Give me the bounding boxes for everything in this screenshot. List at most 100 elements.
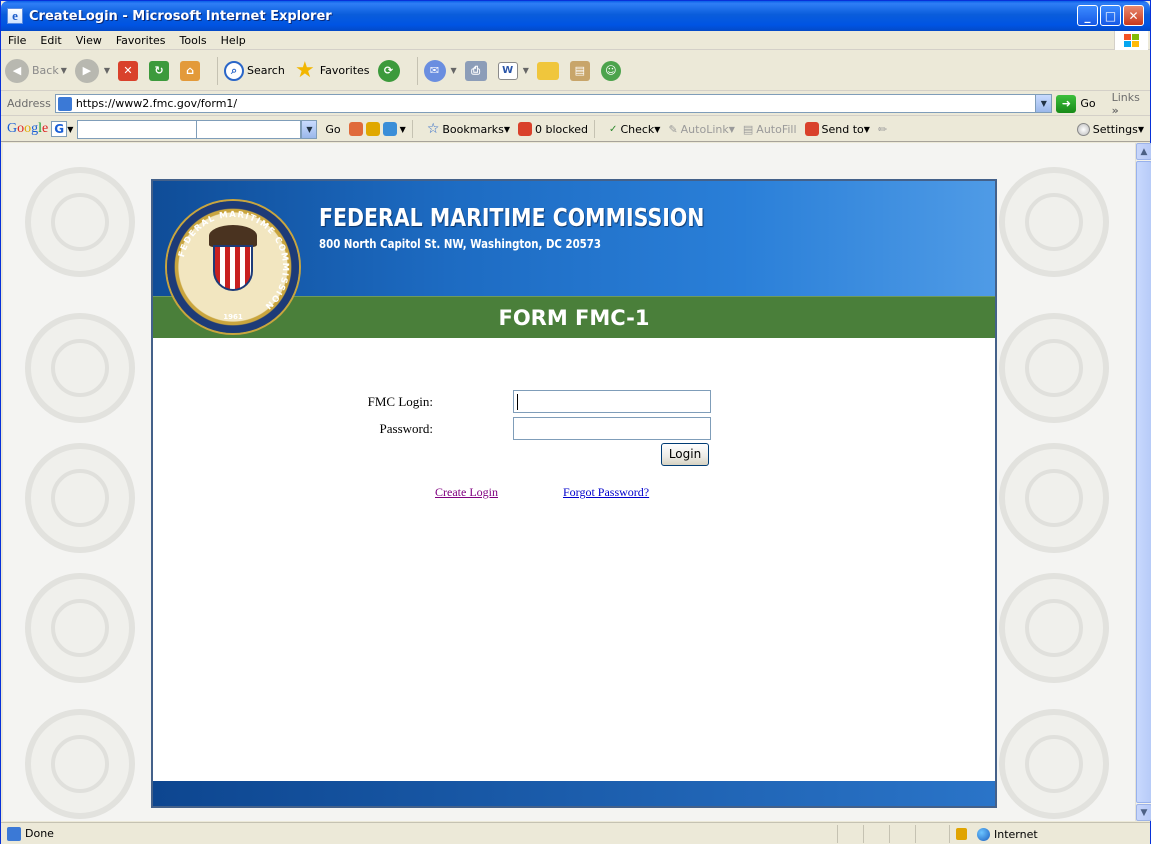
- go-arrow-icon: ➜: [1056, 94, 1077, 113]
- status-panel: [889, 825, 915, 843]
- stop-button[interactable]: ✕: [118, 60, 141, 81]
- internet-globe-icon: [977, 827, 990, 841]
- mail-dropdown-icon[interactable]: ▼: [451, 66, 457, 75]
- autolink-icon: ✎: [668, 122, 678, 136]
- create-login-link[interactable]: Create Login: [435, 485, 498, 500]
- watermark-seal-icon: [999, 167, 1109, 277]
- mail-button[interactable]: ✉ ▼: [423, 59, 457, 82]
- bookmarks-button[interactable]: ☆ Bookmarks ▼: [427, 121, 510, 137]
- refresh-icon: ↻: [149, 60, 170, 81]
- messenger-button[interactable]: ☺: [600, 60, 624, 81]
- sendto-button[interactable]: Send to ▼: [804, 122, 870, 136]
- check-dropdown-icon: ▼: [654, 124, 661, 134]
- history-button[interactable]: ⟳: [377, 59, 403, 82]
- menu-view[interactable]: View: [69, 34, 109, 47]
- close-button[interactable]: ✕: [1123, 5, 1144, 26]
- minimize-button[interactable]: _: [1077, 5, 1098, 26]
- scroll-thumb[interactable]: [1136, 161, 1151, 803]
- google-logo: Google: [7, 121, 49, 136]
- text-caret: [517, 394, 518, 410]
- address-label: Address: [7, 97, 51, 110]
- menu-edit[interactable]: Edit: [33, 34, 68, 47]
- google-go-button[interactable]: Go: [325, 123, 340, 136]
- history-icon: ⟳: [377, 59, 400, 82]
- google-extras[interactable]: ▼: [348, 122, 406, 136]
- eagle-icon: [209, 225, 257, 247]
- login-button[interactable]: Login: [661, 443, 709, 466]
- go-button[interactable]: ➜ Go: [1056, 94, 1096, 113]
- watermark-seal-icon: [25, 709, 135, 819]
- watermark-seal-icon: [25, 167, 135, 277]
- menu-favorites[interactable]: Favorites: [109, 34, 173, 47]
- sendto-dropdown-icon: ▼: [863, 124, 870, 134]
- pagerank-icon: [348, 122, 363, 136]
- refresh-button[interactable]: ↻: [149, 60, 172, 81]
- status-panel: [915, 825, 941, 843]
- seal-year: 1961: [223, 313, 243, 321]
- window-controls: _ □ ✕: [1077, 5, 1144, 26]
- back-button[interactable]: ◀ Back ▼: [5, 58, 67, 83]
- vertical-scrollbar[interactable]: ▲ ▼: [1135, 143, 1151, 821]
- popup-blocker-button[interactable]: 0 blocked: [518, 122, 588, 136]
- favorites-button[interactable]: ★ Favorites: [293, 58, 370, 83]
- autolink-button[interactable]: ✎ AutoLink ▼: [668, 123, 734, 136]
- extras-dropdown-icon: ▼: [399, 124, 406, 134]
- settings-button[interactable]: Settings ▼: [1076, 122, 1144, 136]
- google-search-input-extension[interactable]: [197, 119, 302, 139]
- window-title: CreateLogin - Microsoft Internet Explore…: [29, 8, 332, 24]
- search-icon: ⌕: [224, 60, 245, 81]
- research-button[interactable]: ▤: [569, 60, 593, 81]
- back-dropdown-icon[interactable]: ▼: [61, 66, 67, 75]
- autofill-button[interactable]: ▤ AutoFill: [743, 123, 797, 136]
- menu-help[interactable]: Help: [214, 34, 253, 47]
- highlight-button[interactable]: ✏: [878, 123, 887, 136]
- security-zone[interactable]: Internet: [949, 825, 1149, 843]
- home-button[interactable]: ⌂: [180, 60, 203, 81]
- zone-label: Internet: [994, 827, 1038, 841]
- address-dropdown-icon[interactable]: ▼: [1035, 95, 1052, 112]
- scroll-down-icon[interactable]: ▼: [1136, 804, 1151, 821]
- edit-dropdown-icon[interactable]: ▼: [523, 66, 529, 75]
- google-go-label: Go: [325, 122, 341, 136]
- forward-button[interactable]: ▶ ▼: [74, 58, 110, 83]
- spell-icon: [365, 122, 380, 136]
- stop-icon: ✕: [118, 60, 139, 81]
- google-search-input[interactable]: [77, 119, 198, 139]
- print-button[interactable]: ⎙: [464, 60, 490, 81]
- folder-icon: [536, 61, 559, 80]
- popup-blocked-icon: [518, 122, 532, 136]
- form-page: FEDERAL MARITIME COMMISSION 800 North Ca…: [151, 179, 997, 808]
- forward-dropdown-icon[interactable]: ▼: [104, 66, 110, 75]
- edit-word-button[interactable]: W ▼: [497, 61, 529, 80]
- forgot-password-link[interactable]: Forgot Password?: [563, 485, 649, 500]
- google-toolbar: Google G ▼ ▼ Go ▼ ☆ Bookmarks ▼ 0 blocke…: [1, 117, 1150, 142]
- maximize-button[interactable]: □: [1100, 5, 1121, 26]
- google-menu-button[interactable]: G ▼: [51, 121, 73, 137]
- sendto-icon: [804, 122, 819, 136]
- discuss-button[interactable]: [536, 61, 562, 80]
- links-button[interactable]: Links »: [1112, 91, 1150, 117]
- address-url[interactable]: https://www2.fmc.gov/form1/: [76, 97, 1036, 110]
- status-panels: [837, 825, 941, 843]
- scroll-up-icon[interactable]: ▲: [1136, 143, 1151, 160]
- spellcheck-button[interactable]: ✓ Check ▼: [609, 123, 660, 136]
- mail-icon: ✉: [423, 59, 446, 82]
- fmc-login-input[interactable]: [513, 390, 711, 413]
- search-button[interactable]: ⌕ Search: [224, 60, 285, 81]
- address-input[interactable]: https://www2.fmc.gov/form1/ ▼: [54, 94, 1053, 113]
- home-icon: ⌂: [180, 60, 201, 81]
- back-label: Back: [32, 64, 59, 77]
- page-viewport: FEDERAL MARITIME COMMISSION 800 North Ca…: [3, 143, 1135, 821]
- forward-icon: ▶: [74, 58, 99, 83]
- messenger-icon: ☺: [600, 60, 621, 81]
- check-label: Check: [620, 122, 655, 136]
- google-search-dropdown-icon[interactable]: ▼: [301, 119, 318, 139]
- autofill-icon: ▤: [742, 122, 754, 136]
- password-input[interactable]: [513, 417, 711, 440]
- page-done-icon: [7, 826, 21, 841]
- menu-tools[interactable]: Tools: [173, 34, 214, 47]
- bookmark-star-icon: ☆: [426, 121, 440, 137]
- title-bar[interactable]: e CreateLogin - Microsoft Internet Explo…: [1, 1, 1150, 31]
- menu-file[interactable]: File: [1, 34, 33, 47]
- login-label: FMC Login:: [367, 394, 433, 409]
